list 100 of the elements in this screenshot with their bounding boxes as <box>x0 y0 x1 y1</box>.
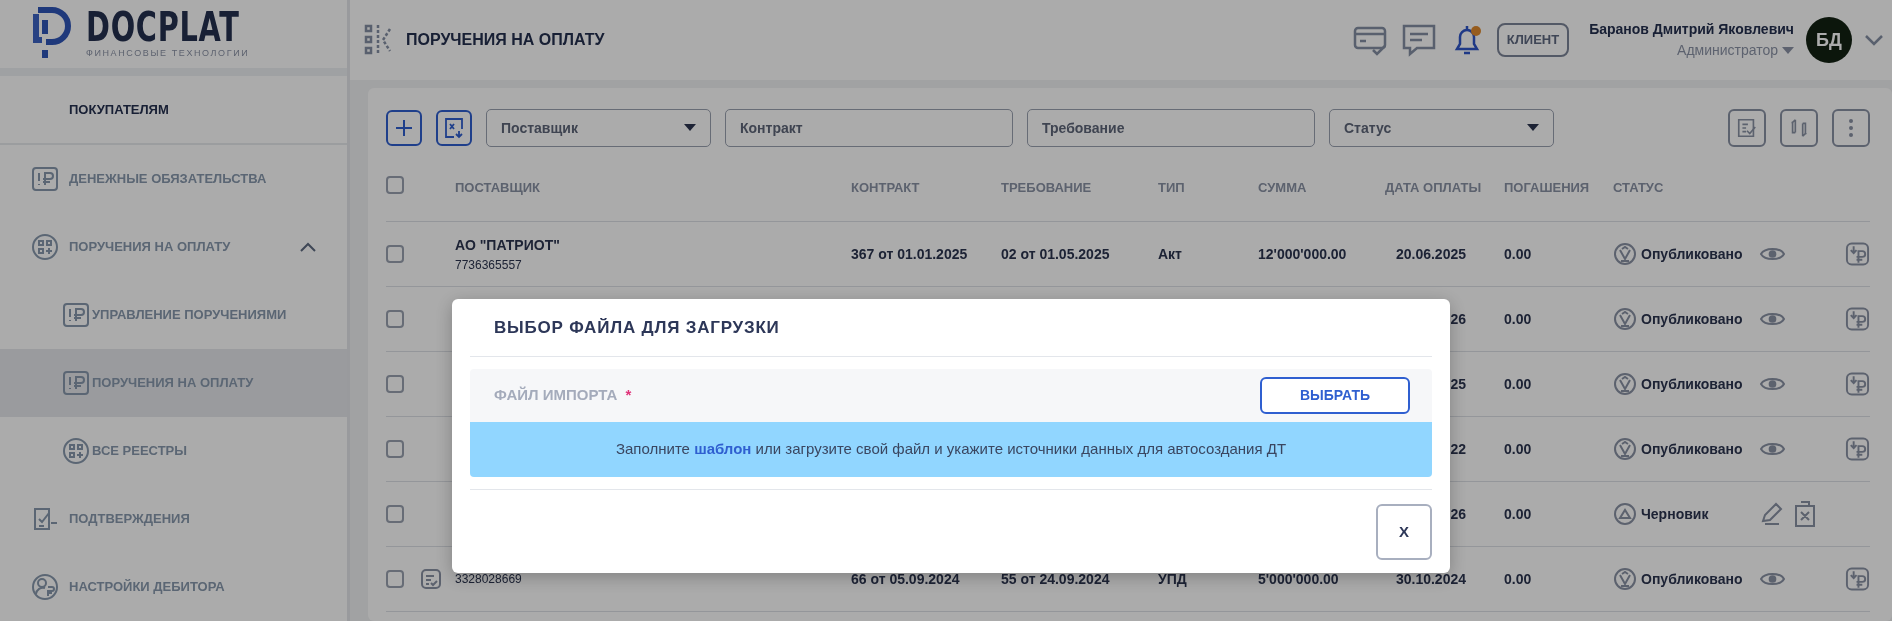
import-excel-button[interactable] <box>436 110 472 146</box>
row-checkbox[interactable] <box>386 505 404 523</box>
more-icon <box>1848 118 1854 138</box>
checklist-button[interactable] <box>1728 109 1766 147</box>
template-link[interactable]: шаблон <box>694 440 752 458</box>
sidebar-item[interactable]: ПОРУЧЕНИЯ НА ОПЛАТУ <box>0 213 347 281</box>
status-published-icon <box>1613 307 1637 331</box>
row-checkbox[interactable] <box>386 245 404 263</box>
payment-date: 25 <box>1450 375 1466 392</box>
payment-date: 30.10.2024 <box>1395 570 1466 587</box>
close-button[interactable]: X <box>1376 504 1432 560</box>
info-text: Заполните шаблон или загрузите свой файл и укажите источники данных для автосоздания ДТ <box>615 439 1287 460</box>
ruble-return-icon[interactable] <box>1845 241 1870 267</box>
column-header: КОНТРАКТ <box>851 179 920 195</box>
caret-icon <box>1527 124 1539 132</box>
user-circle-icon <box>31 573 59 601</box>
repaid-amount: 0.00 <box>1504 310 1532 327</box>
document-check-icon <box>31 505 59 533</box>
edit-icon[interactable] <box>1760 502 1784 526</box>
status-label: Опубликовано <box>1641 439 1743 459</box>
grid-circle-icon <box>62 437 90 465</box>
supplier-name: АО "ПАТРИОТ" <box>455 235 561 255</box>
ruble-return-icon[interactable] <box>1845 306 1870 332</box>
payment-date: 26 <box>1450 310 1466 327</box>
repaid-amount: 0.00 <box>1504 570 1532 587</box>
checklist-icon <box>1736 116 1758 140</box>
filter-field[interactable]: Контракт <box>725 109 1013 147</box>
chat-icon[interactable] <box>1400 22 1437 58</box>
status-label: Опубликовано <box>1641 569 1743 589</box>
spreadsheet-download-icon <box>444 117 464 139</box>
row-checkbox[interactable] <box>386 310 404 328</box>
status-published-icon <box>1613 567 1637 591</box>
sidebar-item[interactable]: ВСЕ РЕЕСТРЫ <box>0 417 347 485</box>
ruble-box-icon <box>31 165 59 193</box>
logo-name: DOCPLAT <box>86 7 240 48</box>
grid-circle-icon <box>31 233 59 261</box>
view-icon[interactable] <box>1760 440 1785 458</box>
chevron-down-icon[interactable] <box>1864 34 1884 46</box>
status-label: Опубликовано <box>1641 309 1743 329</box>
column-header: ТИП <box>1158 179 1185 195</box>
sidebar-item[interactable]: ДЕНЕЖНЫЕ ОБЯЗАТЕЛЬСТВА <box>0 145 347 213</box>
supplier-inn: 3328028669 <box>455 571 523 588</box>
select-all-checkbox[interactable] <box>386 175 404 194</box>
column-header: ПОСТАВЩИК <box>455 179 540 195</box>
choose-file-button[interactable]: ВЫБРАТЬ <box>1260 377 1410 414</box>
sidebar-item[interactable]: УПРАВЛЕНИЕ ПОРУЧЕНИЯМИ <box>0 281 347 349</box>
filter-dropdown[interactable]: Статус <box>1329 109 1554 147</box>
status-label: Черновик <box>1641 504 1709 524</box>
sidebar-item[interactable]: ПОДТВЕРЖДЕНИЯ <box>0 485 347 553</box>
row-checkbox[interactable] <box>386 570 404 588</box>
field-label: ФАЙЛ ИМПОРТА * <box>494 385 632 406</box>
status-published-icon <box>1613 437 1637 461</box>
payment-date: 22 <box>1450 440 1466 457</box>
page-title: ПОРУЧЕНИЯ НА ОПЛАТУ <box>406 30 605 50</box>
view-icon[interactable] <box>1760 245 1785 263</box>
ruble-return-icon[interactable] <box>1845 436 1870 462</box>
payment-amount: 5'000'000.00 <box>1258 570 1339 587</box>
role-badge: КЛИЕНТ <box>1496 23 1570 57</box>
ruble-return-icon[interactable] <box>1845 566 1870 592</box>
dialog-title: ВЫБОР ФАЙЛА ДЛЯ ЗАГРУЗКИ <box>470 299 1432 357</box>
logo-tagline: ФИНАНСОВЫЕ ТЕХНОЛОГИИ <box>86 47 251 61</box>
sidebar-section-title: ПОКУПАТЕЛЯМ <box>0 76 347 145</box>
supplier-inn: 7736365557 <box>455 256 523 274</box>
ruble-box-icon <box>62 301 90 329</box>
sidebar-item[interactable]: ПОРУЧЕНИЯ НА ОПЛАТУ <box>0 349 347 417</box>
document-type: УПД <box>1158 570 1187 587</box>
document-type: Акт <box>1158 245 1182 262</box>
chevron-up-icon[interactable] <box>299 241 317 253</box>
requirement-number: 02 от 01.05.2025 <box>1001 245 1110 262</box>
repaid-amount: 0.00 <box>1504 505 1532 522</box>
payment-amount: 12'000'000.00 <box>1258 245 1347 262</box>
row-checkbox[interactable] <box>386 440 404 458</box>
sidebar-item[interactable]: НАСТРОЙКИ ДЕБИТОРА <box>0 553 347 621</box>
view-icon[interactable] <box>1760 375 1785 393</box>
column-header: СУММА <box>1258 179 1307 195</box>
payment-date: 26 <box>1450 505 1466 522</box>
row-checkbox[interactable] <box>386 375 404 393</box>
filter-field[interactable]: Требование <box>1027 109 1315 147</box>
sidebar-toggle-icon[interactable] <box>364 23 394 57</box>
column-header: ПОГАШЕНИЯ <box>1504 179 1590 195</box>
contract-number: 66 от 05.09.2024 <box>851 570 960 587</box>
view-icon[interactable] <box>1760 310 1785 328</box>
filter-dropdown[interactable]: Поставщик <box>486 109 711 147</box>
caret-icon <box>684 124 696 132</box>
status-published-icon <box>1613 242 1637 266</box>
caret-icon[interactable] <box>1782 47 1794 56</box>
status-draft-icon <box>1613 502 1637 526</box>
delete-icon[interactable] <box>1794 500 1816 528</box>
repaid-amount: 0.00 <box>1504 440 1532 457</box>
add-button[interactable] <box>386 110 422 146</box>
repaid-amount: 0.00 <box>1504 375 1532 392</box>
user-avatar[interactable]: БД <box>1806 17 1852 63</box>
user-role: Администратор <box>1677 42 1779 58</box>
sync-button[interactable] <box>1780 109 1818 147</box>
more-button[interactable] <box>1832 109 1870 147</box>
contract-number: 367 от 01.01.2025 <box>851 245 968 262</box>
column-header: ДАТА ОПЛАТЫ <box>1385 179 1482 195</box>
ruble-box-icon <box>62 369 90 397</box>
view-icon[interactable] <box>1760 570 1785 588</box>
ruble-return-icon[interactable] <box>1845 371 1870 397</box>
